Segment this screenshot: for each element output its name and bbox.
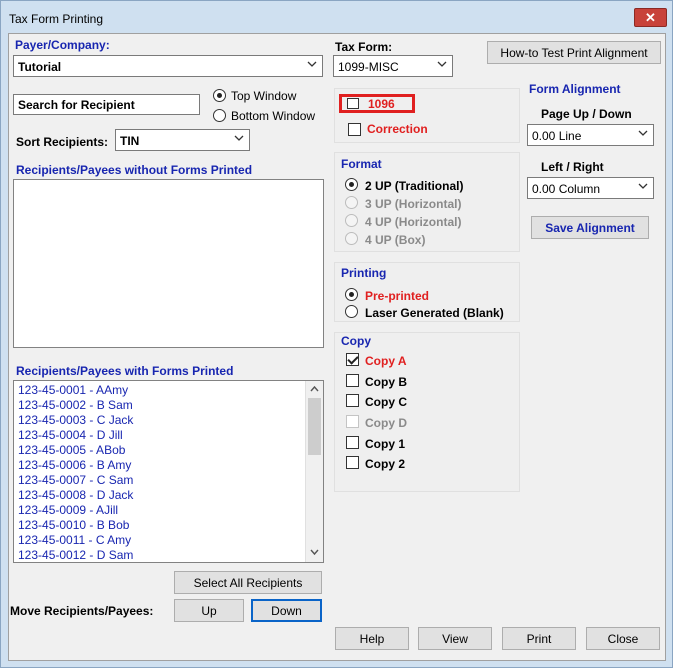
payer-select[interactable]: Tutorial — [13, 55, 323, 77]
list-item[interactable]: 123-45-0005 - ABob — [18, 443, 125, 457]
sort-recipients-label: Sort Recipients: — [16, 135, 109, 149]
format-4up-box-label: 4 UP (Box) — [365, 233, 426, 247]
page-up-down-select[interactable]: 0.00 Line — [527, 124, 654, 146]
tax-form-label: Tax Form: — [335, 40, 393, 54]
copy-1-label: Copy 1 — [365, 437, 406, 451]
format-2up-label: 2 UP (Traditional) — [365, 179, 464, 193]
scroll-down-arrow-icon[interactable] — [310, 549, 319, 556]
list-item[interactable]: 123-45-0001 - AAmy — [18, 383, 128, 397]
move-up-button[interactable]: Up — [174, 599, 244, 622]
format-3up-radio[interactable] — [345, 196, 358, 209]
chevron-down-icon — [234, 135, 244, 141]
howto-test-print-alignment-button[interactable]: How-to Test Print Alignment — [487, 41, 661, 64]
move-down-button[interactable]: Down — [251, 599, 322, 622]
dialog-client-area: Payer/Company: Tutorial Tax Form: 1099-M… — [8, 33, 666, 661]
list-item[interactable]: 123-45-0009 - AJill — [18, 503, 118, 517]
sort-recipients-select[interactable]: TIN — [115, 129, 250, 151]
format-4up-horizontal-radio[interactable] — [345, 214, 358, 227]
copy-a-checkbox[interactable] — [346, 353, 359, 366]
f1096-checkbox[interactable] — [347, 98, 359, 109]
laser-generated-radio[interactable] — [345, 305, 358, 318]
title-bar[interactable]: Tax Form Printing ✕ — [1, 1, 672, 33]
copy-a-label: Copy A — [365, 354, 407, 368]
recipients-without-forms-list[interactable] — [13, 179, 324, 348]
format-2up-radio[interactable] — [345, 178, 358, 191]
top-window-label: Top Window — [231, 89, 297, 103]
copy-b-label: Copy B — [365, 375, 407, 389]
page-up-down-value: 0.00 Line — [532, 129, 582, 143]
chevron-down-icon — [638, 130, 648, 136]
list-item[interactable]: 123-45-0011 - C Amy — [18, 533, 131, 547]
copy-label: Copy — [341, 334, 371, 348]
page-up-down-label: Page Up / Down — [541, 107, 632, 121]
bottom-window-label: Bottom Window — [231, 109, 316, 123]
list-item[interactable]: 123-45-0008 - D Jack — [18, 488, 133, 502]
chevron-down-icon — [638, 183, 648, 189]
without-forms-label: Recipients/Payees without Forms Printed — [16, 163, 253, 177]
left-right-label: Left / Right — [541, 160, 604, 174]
window-title: Tax Form Printing — [9, 12, 104, 26]
bottom-window-radio[interactable] — [213, 109, 226, 122]
copy-c-checkbox[interactable] — [346, 394, 359, 407]
copy-b-checkbox[interactable] — [346, 374, 359, 387]
copy-c-label: Copy C — [365, 395, 407, 409]
window-close-button[interactable]: ✕ — [634, 8, 667, 27]
help-button[interactable]: Help — [335, 627, 409, 650]
select-all-recipients-button[interactable]: Select All Recipients — [174, 571, 322, 594]
tax-form-select[interactable]: 1099-MISC — [333, 55, 453, 77]
list-item[interactable]: 123-45-0010 - B Bob — [18, 518, 129, 532]
copy-1-checkbox[interactable] — [346, 436, 359, 449]
chevron-down-icon — [307, 61, 317, 67]
printing-label: Printing — [341, 266, 387, 280]
chevron-down-icon — [437, 61, 447, 67]
left-right-value: 0.00 Column — [532, 182, 601, 196]
copy-2-checkbox[interactable] — [346, 456, 359, 469]
laser-generated-label: Laser Generated (Blank) — [365, 306, 504, 320]
form-alignment-label: Form Alignment — [529, 82, 621, 96]
f1096-label: 1096 — [368, 97, 395, 111]
move-recipients-label: Move Recipients/Payees: — [10, 604, 154, 618]
close-button[interactable]: Close — [586, 627, 660, 650]
preprinted-label: Pre-printed — [365, 289, 430, 303]
format-4up-horizontal-label: 4 UP (Horizontal) — [365, 215, 462, 229]
list-item[interactable]: 123-45-0003 - C Jack — [18, 413, 133, 427]
copy-d-label: Copy D — [365, 416, 407, 430]
list-item[interactable]: 123-45-0006 - B Amy — [18, 458, 131, 472]
list-item[interactable]: 123-45-0004 - D Jill — [18, 428, 123, 442]
correction-label: Correction — [367, 122, 428, 136]
save-alignment-button[interactable]: Save Alignment — [531, 216, 649, 239]
tax-form-value: 1099-MISC — [338, 60, 399, 74]
view-button[interactable]: View — [418, 627, 492, 650]
copy-group — [334, 332, 520, 492]
scroll-up-arrow-icon[interactable] — [310, 385, 319, 392]
list-item[interactable]: 123-45-0007 - C Sam — [18, 473, 133, 487]
payer-label: Payer/Company: — [15, 38, 110, 52]
with-forms-scrollbar[interactable] — [305, 381, 323, 562]
payer-value: Tutorial — [18, 60, 62, 74]
with-forms-label: Recipients/Payees with Forms Printed — [16, 364, 234, 378]
copy-2-label: Copy 2 — [365, 457, 406, 471]
top-window-radio[interactable] — [213, 89, 226, 102]
format-3up-label: 3 UP (Horizontal) — [365, 197, 462, 211]
tax-form-printing-window: Tax Form Printing ✕ Payer/Company: Tutor… — [0, 0, 673, 668]
sort-value: TIN — [120, 134, 140, 148]
print-button[interactable]: Print — [502, 627, 576, 650]
search-recipient-input[interactable]: Search for Recipient — [13, 94, 200, 115]
copy-d-checkbox[interactable] — [346, 415, 359, 428]
list-item[interactable]: 123-45-0002 - B Sam — [18, 398, 133, 412]
format-label: Format — [341, 157, 382, 171]
left-right-select[interactable]: 0.00 Column — [527, 177, 654, 199]
preprinted-radio[interactable] — [345, 288, 358, 301]
list-item[interactable]: 123-45-0012 - D Sam — [18, 548, 133, 562]
scrollbar-thumb[interactable] — [308, 398, 321, 455]
recipients-with-forms-list[interactable]: 123-45-0001 - AAmy 123-45-0002 - B Sam 123… — [13, 380, 324, 563]
correction-checkbox[interactable] — [348, 123, 361, 136]
format-4up-box-radio[interactable] — [345, 232, 358, 245]
